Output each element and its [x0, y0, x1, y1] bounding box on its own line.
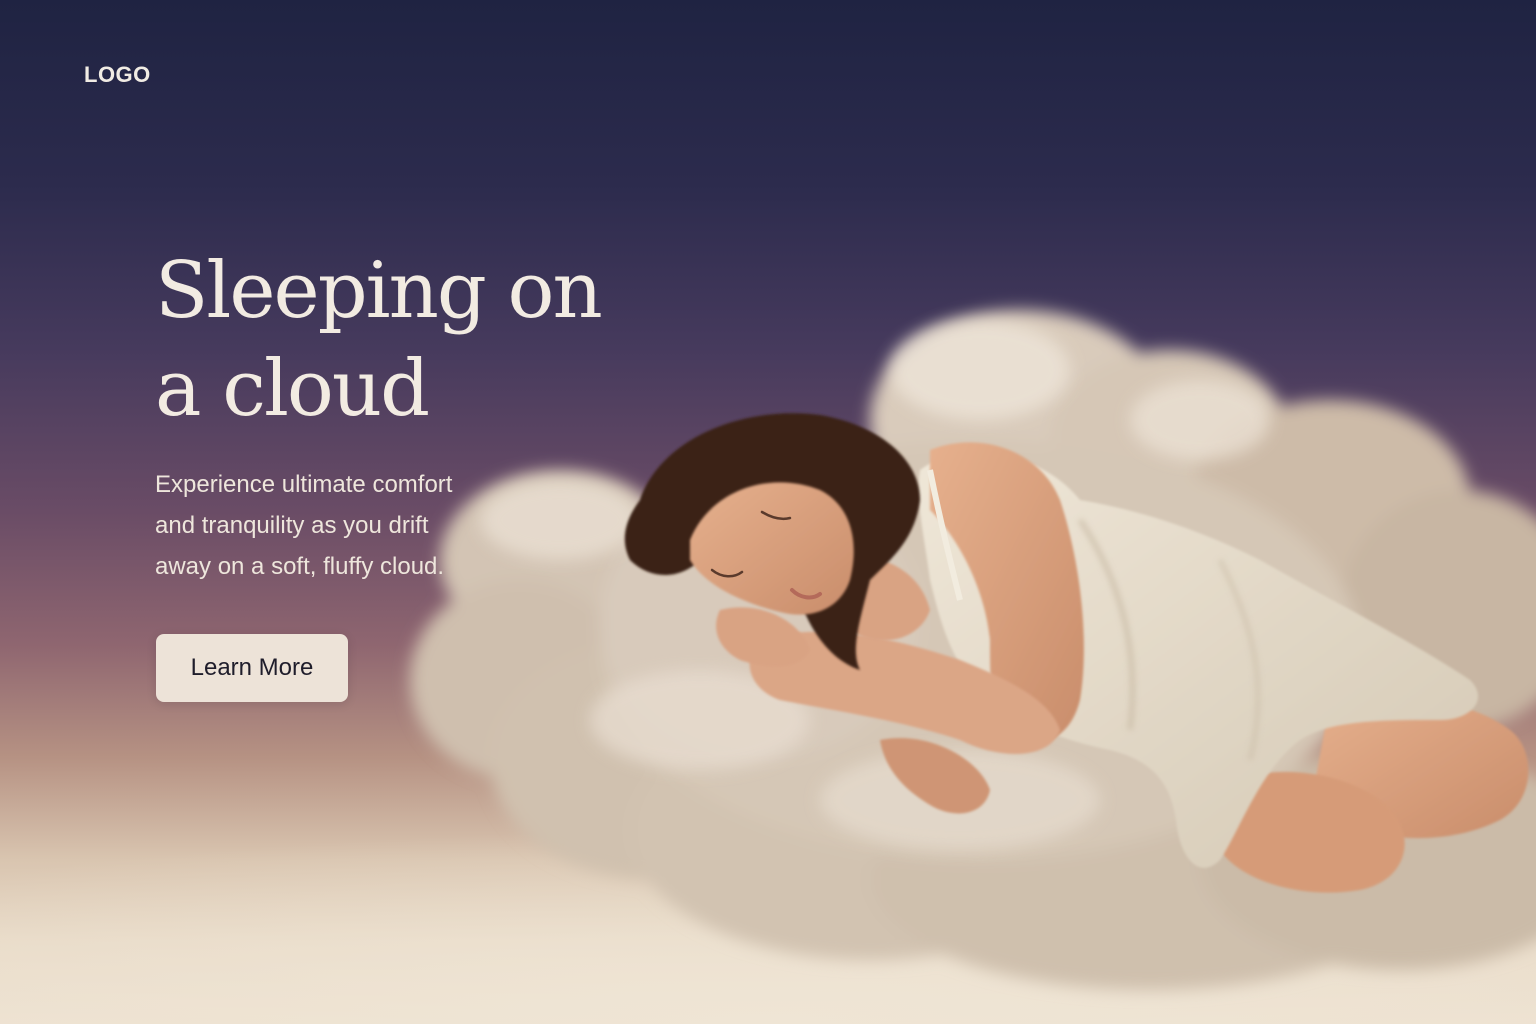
hero-description: Experience ultimate comfort and tranquil… [155, 464, 515, 587]
hero-description-line-3: away on a soft, fluffy cloud. [155, 553, 445, 580]
hero-description-line-2: and tranquility as you drift [155, 512, 429, 539]
sleeping-woman-figure [624, 413, 1529, 893]
hero-description-line-1: Experience ultimate comfort [155, 471, 453, 498]
hero-headline-line-1: Sleeping on [155, 246, 603, 336]
logo[interactable]: LOGO [84, 62, 151, 88]
hero-headline: Sleeping on a cloud [155, 242, 675, 438]
hero-copy: Sleeping on a cloud Experience ultimate … [155, 242, 675, 587]
hero-headline-line-2: a cloud [155, 344, 430, 434]
learn-more-button[interactable]: Learn More [156, 634, 348, 702]
